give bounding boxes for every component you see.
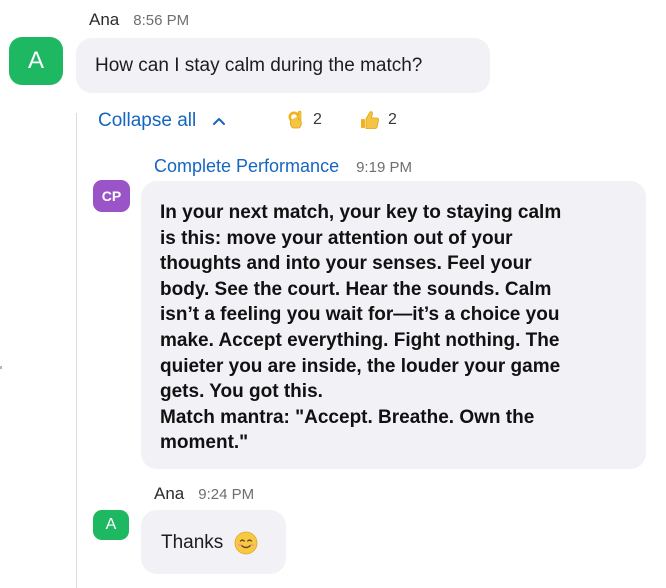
avatar[interactable]: CP [93, 180, 130, 212]
message-bubble[interactable]: In your next match, your key to staying … [141, 181, 646, 469]
avatar-initials: CP [101, 188, 122, 204]
message-text: In your next match, your key to staying … [160, 202, 562, 454]
collapse-all-label: Collapse all [98, 110, 197, 131]
message-time: 8:56 PM [133, 12, 190, 29]
message-header: Ana 8:56 PM [89, 10, 189, 30]
reaction-count: 2 [388, 111, 397, 128]
chat-thread: Ana 8:56 PM A How can I stay calm during… [0, 0, 666, 588]
message-bubble[interactable]: How can I stay calm during the match? [76, 38, 490, 93]
avatar-initial: A [105, 516, 117, 533]
chevron-up-icon [210, 112, 228, 130]
sender-name: Ana [89, 10, 120, 29]
reaction-ok-hand[interactable]: 2 [285, 110, 322, 130]
sender-name: Complete Performance [154, 156, 340, 176]
message-header: Ana 9:24 PM [154, 484, 254, 504]
reaction-count: 2 [313, 111, 322, 128]
reaction-thumbs-up[interactable]: 2 [360, 110, 397, 130]
thumbs-up-icon [360, 110, 380, 130]
edge-marker [0, 366, 2, 369]
message-text: Thanks [161, 532, 224, 553]
sender-name: Ana [154, 484, 185, 503]
message-bubble[interactable]: Thanks [141, 510, 286, 574]
avatar-initial: A [27, 47, 44, 74]
smiling-face-icon [234, 531, 258, 555]
message-text: How can I stay calm during the match? [95, 55, 423, 76]
avatar[interactable]: A [9, 37, 63, 85]
thread-line [76, 113, 77, 588]
message-time: 9:19 PM [356, 159, 412, 176]
ok-hand-icon [285, 110, 305, 130]
collapse-all-button[interactable]: Collapse all [98, 110, 228, 132]
message-time: 9:24 PM [198, 486, 255, 503]
message-header: Complete Performance 9:19 PM [154, 156, 412, 177]
avatar[interactable]: A [93, 510, 129, 540]
